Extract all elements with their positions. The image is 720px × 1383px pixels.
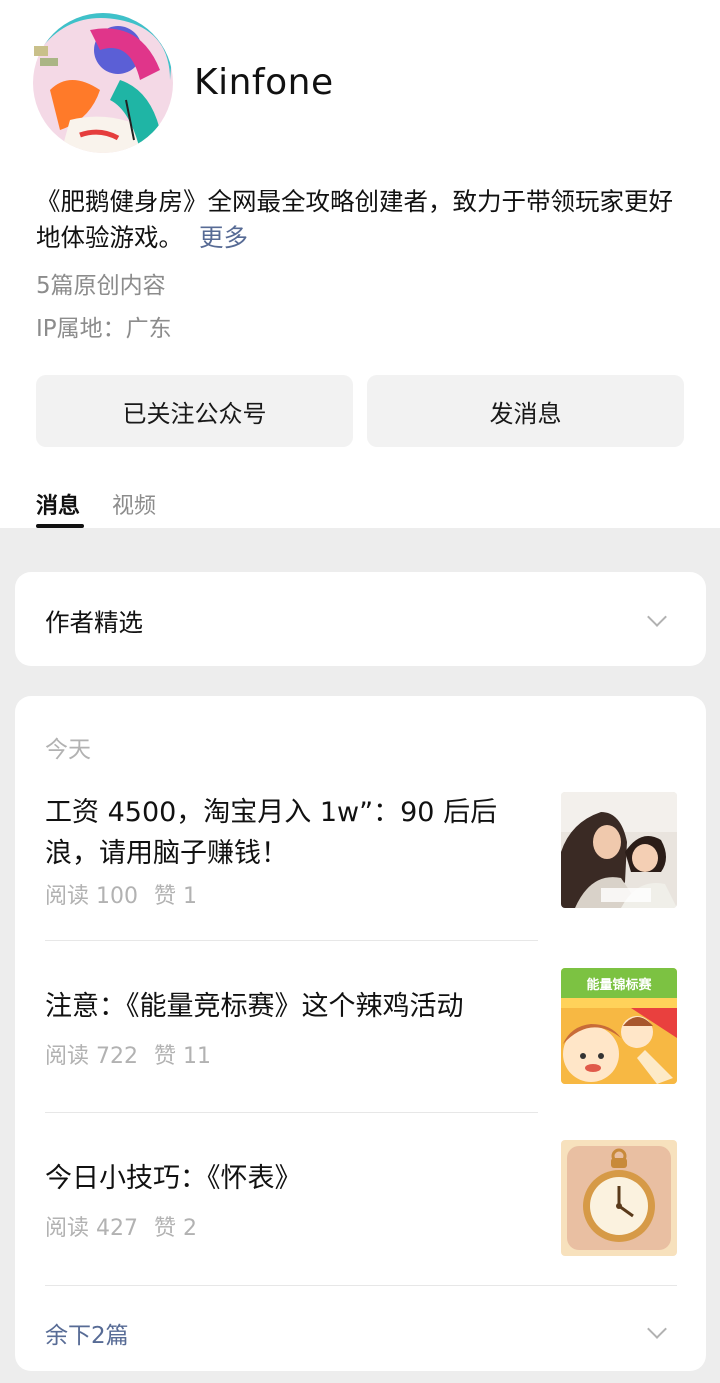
ip-location: IP属地：广东: [36, 316, 172, 342]
bio-text: 《肥鹅健身房》全网最全攻略创建者，致力于带领玩家更好地体验游戏。: [36, 187, 673, 252]
send-message-button[interactable]: 发消息: [367, 375, 684, 447]
like-count: 赞 1: [154, 884, 197, 909]
account-bio: 《肥鹅健身房》全网最全攻略创建者，致力于带领玩家更好地体验游戏。 更多: [36, 184, 692, 256]
article-stats: 阅读 100 赞 1: [45, 878, 197, 910]
author-picks-card[interactable]: 作者精选: [15, 572, 706, 666]
original-count: 5篇原创内容: [36, 273, 166, 299]
article-stats: 阅读 722 赞 11: [45, 1038, 211, 1070]
read-count: 阅读 722: [45, 1044, 138, 1069]
more-link[interactable]: 更多: [199, 223, 248, 252]
remaining-articles-link[interactable]: 余下2篇: [45, 1316, 129, 1350]
followed-button[interactable]: 已关注公众号: [36, 375, 353, 447]
article-list-card: 今天 工资 4500，淘宝月入 1w”：90 后后浪，请用脑子赚钱！ 阅读 10…: [15, 696, 706, 1371]
tab-videos[interactable]: 视频: [112, 488, 156, 528]
article-thumbnail: 能量锦标赛: [561, 968, 677, 1084]
divider: [45, 940, 538, 941]
like-count: 赞 2: [154, 1216, 197, 1241]
divider: [45, 1285, 677, 1286]
divider: [45, 1112, 538, 1113]
content-tabs: 消息 视频: [36, 488, 188, 528]
account-name: Kinfone: [194, 62, 334, 103]
article-stats: 阅读 427 赞 2: [45, 1210, 197, 1242]
article-title: 工资 4500，淘宝月入 1w”：90 后后浪，请用脑子赚钱！: [45, 797, 498, 869]
tab-messages[interactable]: 消息: [36, 488, 85, 528]
like-count: 赞 11: [154, 1044, 211, 1069]
article-thumbnail: [561, 792, 677, 908]
author-picks-title: 作者精选: [45, 608, 143, 637]
thumb-banner-text: 能量锦标赛: [586, 977, 652, 993]
chevron-down-icon: [647, 607, 667, 627]
date-label: 今天: [45, 737, 91, 763]
read-count: 阅读 427: [45, 1216, 138, 1241]
profile-header: Kinfone 《肥鹅健身房》全网最全攻略创建者，致力于带领玩家更好地体验游戏。…: [0, 0, 720, 528]
article-title: 今日小技巧：《怀表》: [45, 1163, 302, 1194]
avatar[interactable]: [30, 10, 176, 156]
article-item[interactable]: 注意：《能量竞标赛》这个辣鸡活动 阅读 722 赞 11 能量锦标赛: [45, 968, 677, 1084]
article-title: 注意：《能量竞标赛》这个辣鸡活动: [45, 991, 464, 1022]
read-count: 阅读 100: [45, 884, 138, 909]
pocket-watch-icon: [561, 1140, 677, 1256]
article-item[interactable]: 今日小技巧：《怀表》 阅读 427 赞 2: [45, 1140, 677, 1256]
article-item[interactable]: 工资 4500，淘宝月入 1w”：90 后后浪，请用脑子赚钱！ 阅读 100 赞 …: [45, 792, 677, 922]
chevron-down-icon[interactable]: [647, 1319, 667, 1339]
